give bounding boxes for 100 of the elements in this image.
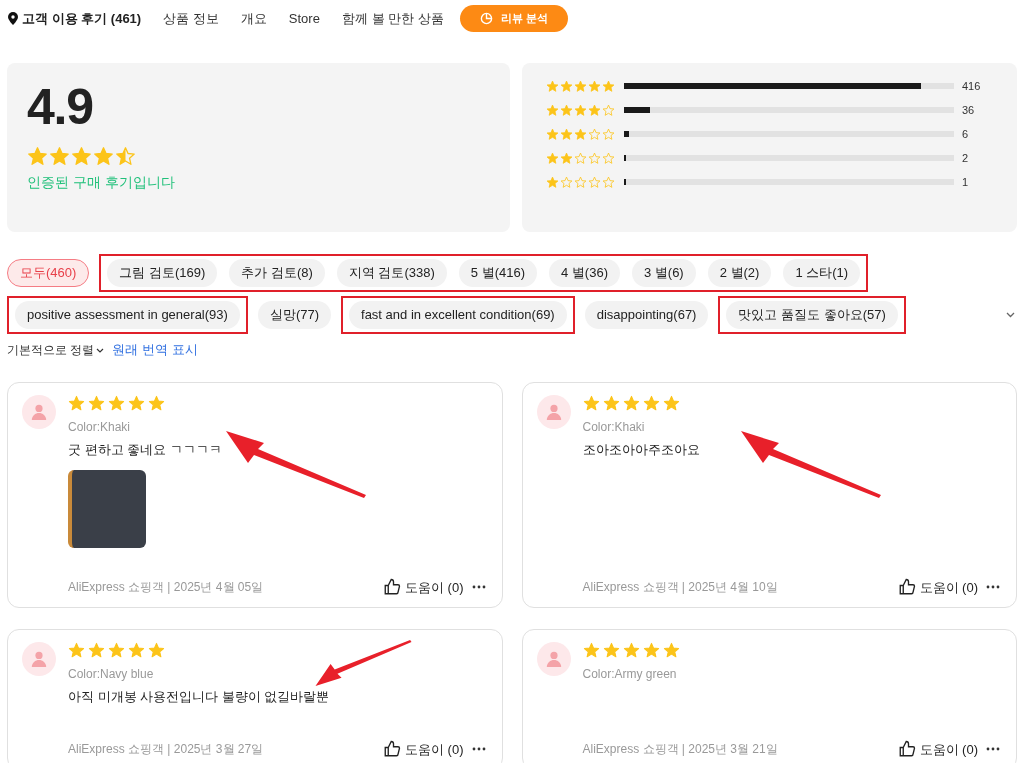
star-icon (560, 103, 573, 117)
star-icon (642, 642, 660, 659)
star-icon (574, 79, 587, 93)
star-icon (68, 395, 85, 412)
filter-chip[interactable]: fast and in excellent condition(69) (349, 301, 567, 329)
show-original-link[interactable]: 원래 번역 표시 (112, 340, 198, 360)
variant-label: Color:Khaki (68, 419, 132, 436)
thumbs-up-icon (897, 740, 916, 759)
star-outline-icon (602, 175, 615, 189)
rating-count: 2 (962, 150, 969, 166)
variant-label: Color:Khaki (582, 419, 646, 436)
review-meta: AliExpress 쇼핑객 | 2025년 3월 21일 (582, 741, 778, 759)
filter-chip[interactable]: 실망(77) (257, 301, 331, 329)
avatar-icon (536, 642, 571, 676)
star-icon (622, 642, 640, 659)
star-icon (662, 642, 680, 659)
avatar-icon (22, 642, 56, 676)
rating-count: 36 (962, 102, 975, 118)
star-icon (546, 127, 559, 141)
pie-chart-icon (479, 12, 493, 25)
nav-link[interactable]: 상품 정보 (163, 8, 219, 29)
more-icon[interactable] (986, 585, 1000, 590)
review-meta: AliExpress 쇼핑객 | 2025년 4월 05일 (68, 579, 264, 597)
chevron-down-icon[interactable] (1006, 312, 1015, 318)
star-icon (574, 103, 587, 117)
variant-label: Color:Navy blue (68, 666, 155, 683)
star-icon (622, 395, 640, 412)
helpful-button[interactable]: 도움이 (0) (897, 739, 978, 759)
star-icon (71, 146, 92, 167)
helpful-button[interactable]: 도움이 (0) (897, 577, 978, 597)
helpful-button[interactable]: 도움이 (0) (383, 577, 464, 597)
filter-chip[interactable]: 5 별(416) (458, 259, 537, 287)
filter-chip[interactable]: 추가 검토(8) (229, 259, 325, 287)
filter-chip[interactable]: 지역 검토(338) (336, 259, 447, 287)
star-icon (27, 146, 48, 167)
thumbs-up-icon (897, 578, 916, 597)
verified-note: 인증된 구매 후기입니다 (27, 173, 176, 192)
star-icon (602, 395, 620, 412)
star-icon (546, 79, 559, 93)
filter-chip[interactable]: 그림 검토(169) (107, 259, 218, 287)
average-score: 4.9 (27, 78, 94, 137)
star-icon (560, 151, 573, 165)
star-icon (49, 146, 70, 167)
star-icon (588, 79, 601, 93)
star-icon (560, 127, 573, 141)
more-icon[interactable] (986, 747, 1000, 752)
star-outline-icon (602, 127, 615, 141)
filter-chip[interactable]: 2 별(2) (707, 259, 772, 287)
star-outline-icon (602, 103, 615, 117)
star-icon (642, 395, 660, 412)
thumbs-up-icon (383, 740, 401, 759)
star-icon (68, 642, 85, 659)
star-icon (602, 79, 615, 93)
star-icon (574, 127, 587, 141)
star-outline-icon (574, 175, 587, 189)
filter-chip[interactable]: 3 별(6) (631, 259, 696, 287)
reviews-tab[interactable]: 고객 이용 후기 (461) (22, 8, 142, 29)
location-pin-icon (8, 12, 18, 25)
filter-chip[interactable]: disappointing(67) (584, 301, 709, 329)
rating-count: 1 (962, 174, 969, 190)
star-outline-icon (588, 151, 601, 165)
caret-icon (96, 347, 105, 353)
star-icon (662, 395, 680, 412)
more-icon[interactable] (471, 747, 486, 752)
review-text: 굿 편하고 좋네요 ㄱㄱㄱㅋ (68, 441, 223, 459)
nav-link[interactable]: 개요 (240, 8, 267, 29)
star-icon (108, 395, 125, 412)
star-icon (546, 103, 559, 117)
avatar-icon (536, 395, 571, 429)
filter-chip[interactable]: 4 별(36) (549, 259, 620, 287)
star-icon (546, 175, 559, 189)
half-star-icon (115, 146, 136, 167)
star-icon (108, 642, 125, 659)
review-text: 아직 미개봉 사용전입니다 불량이 없길바랄뿐 (68, 688, 331, 706)
star-icon (88, 642, 105, 659)
filter-chip[interactable]: positive assessment in general(93) (15, 301, 240, 329)
filter-chip[interactable]: 모두(460) (7, 259, 90, 287)
nav-link[interactable]: 함께 볼 만한 상품 (341, 8, 444, 29)
rating-count: 6 (962, 126, 969, 142)
filter-chip[interactable]: 맛있고 품질도 좋아요(57) (726, 301, 898, 329)
avatar-icon (22, 395, 56, 429)
variant-label: Color:Army green (582, 666, 678, 683)
star-icon (128, 395, 145, 412)
star-outline-icon (574, 151, 587, 165)
star-outline-icon (588, 127, 601, 141)
star-icon (560, 79, 573, 93)
star-icon (588, 103, 601, 117)
thumbs-up-icon (383, 578, 401, 597)
review-meta: AliExpress 쇼핑객 | 2025년 3월 27일 (68, 741, 264, 759)
star-icon (602, 642, 620, 659)
filter-chip[interactable]: 1 스타(1) (783, 259, 861, 287)
photo-placeholder[interactable] (68, 469, 146, 548)
star-icon (148, 395, 165, 412)
more-icon[interactable] (471, 585, 486, 590)
helpful-button[interactable]: 도움이 (0) (383, 739, 464, 759)
star-icon (88, 395, 105, 412)
nav-link[interactable]: Store (288, 8, 320, 29)
sort-dropdown[interactable]: 기본적으로 정렬 (7, 341, 105, 359)
star-icon (93, 146, 114, 167)
rating-count: 416 (962, 78, 981, 94)
